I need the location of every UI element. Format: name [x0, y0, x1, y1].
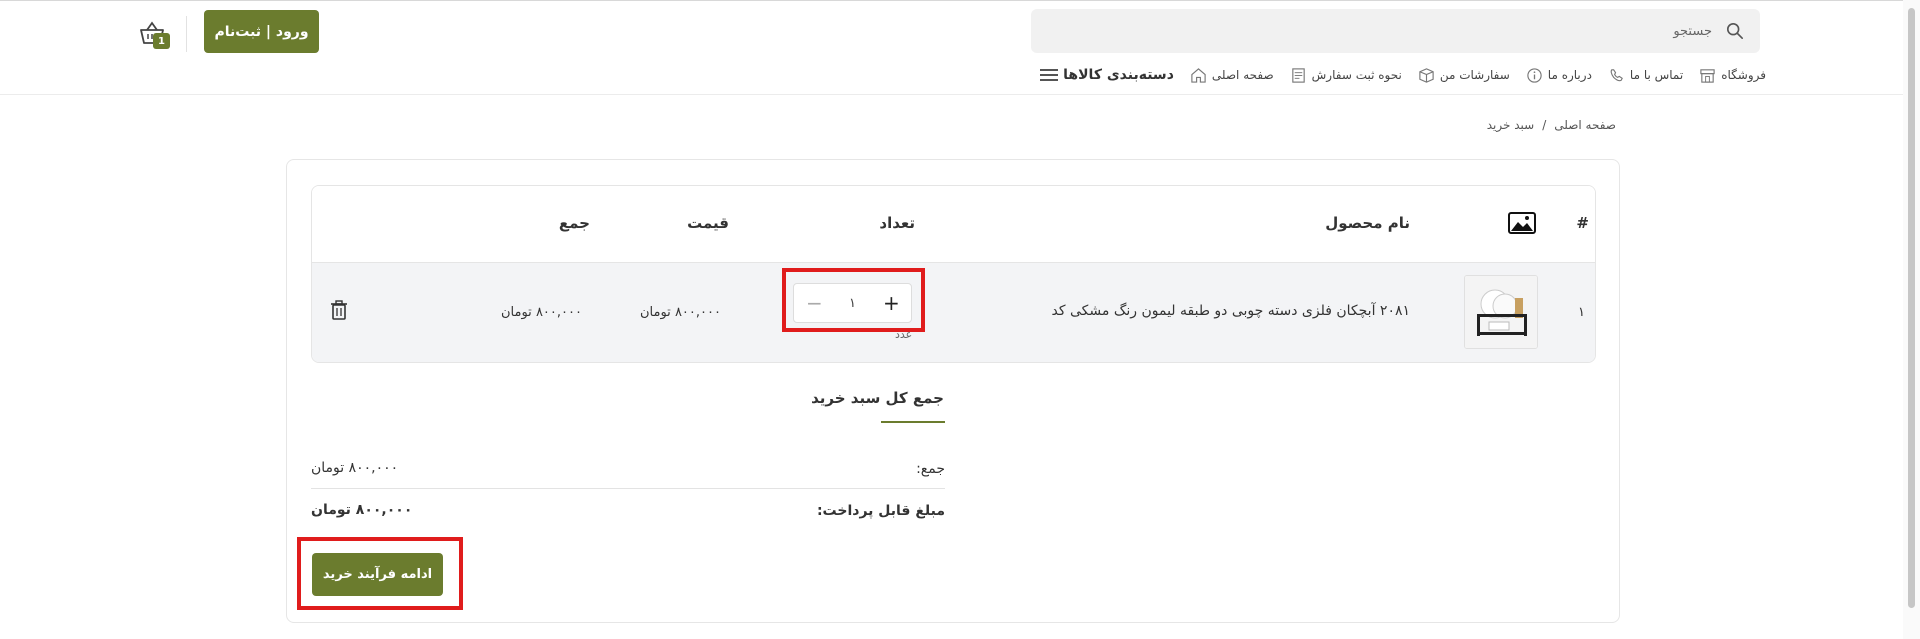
product-thumbnail[interactable] [1464, 275, 1538, 349]
cart-count-badge: 1 [153, 33, 170, 49]
nav-about-label: درباره ما [1547, 68, 1592, 82]
home-icon [1191, 67, 1206, 83]
table-header: # نام محصول تعداد قیمت جمع [312, 186, 1595, 262]
search-icon[interactable] [1726, 22, 1744, 40]
nav-contact[interactable]: تماس با ما [1608, 67, 1683, 84]
header-quantity: تعداد [879, 214, 915, 232]
checkout-highlight-box [297, 537, 463, 610]
subtotal-label: جمع: [916, 461, 945, 477]
payable-value: ۸۰۰,۰۰۰ تومان [311, 502, 413, 518]
nav-contact-label: تماس با ما [1629, 68, 1684, 82]
store-icon [1700, 68, 1715, 83]
table-row: ۱ ۲۰۸۱ آبچکان فلزی دسته چوبی دو طبقه لیم… [312, 262, 1595, 362]
scrollbar-thumb[interactable] [1908, 8, 1915, 608]
product-name[interactable]: ۲۰۸۱ آبچکان فلزی دسته چوبی دو طبقه لیمون… [1052, 303, 1410, 319]
info-icon [1527, 67, 1542, 83]
nav-how-to-order[interactable]: نحوه ثبت سفارش [1290, 67, 1402, 84]
nav-categories-label: دسته‌بندی کالاها [1063, 67, 1174, 83]
menu-icon [1040, 69, 1059, 81]
image-icon [1508, 212, 1536, 234]
cart-table: # نام محصول تعداد قیمت جمع ۱ ۲۰۸۱ آبچکان… [311, 185, 1596, 363]
search-input[interactable] [1043, 9, 1712, 53]
row-price: ۸۰۰,۰۰۰ تومان [640, 305, 721, 320]
breadcrumb-current: سبد خرید [1486, 118, 1535, 132]
header-total: جمع [558, 214, 590, 232]
totals-title-underline [881, 421, 945, 423]
top-border [0, 0, 1920, 1]
form-icon [1291, 67, 1305, 83]
row-index: ۱ [1578, 305, 1585, 320]
nav-categories[interactable]: دسته‌بندی کالاها [1040, 67, 1174, 83]
nav-home[interactable]: صفحه اصلی [1190, 67, 1274, 84]
breadcrumb: صفحه اصلی / سبد خرید [1487, 118, 1616, 132]
main-nav: دسته‌بندی کالاها صفحه اصلی نحوه ثبت سفار… [1020, 62, 1766, 88]
payable-row: مبلغ قابل پرداخت: ۸۰۰,۰۰۰ تومان [311, 491, 945, 531]
nav-home-label: صفحه اصلی [1211, 68, 1274, 82]
nav-my-orders-label: سفارشات من [1439, 68, 1510, 82]
header-product-name: نام محصول [1325, 214, 1410, 232]
breadcrumb-separator: / [1542, 118, 1547, 132]
nav-shop[interactable]: فروشگاه [1699, 67, 1766, 84]
nav-about[interactable]: درباره ما [1526, 67, 1592, 84]
quantity-highlight-box [782, 268, 925, 332]
trash-icon[interactable] [327, 298, 351, 322]
login-register-button[interactable]: ورود | ثبت‌نام [204, 10, 319, 53]
row-total: ۸۰۰,۰۰۰ تومان [501, 305, 582, 320]
header-divider [186, 16, 187, 52]
payable-label: مبلغ قابل پرداخت: [816, 503, 945, 519]
search-bar[interactable] [1031, 9, 1760, 53]
scrollbar[interactable] [1903, 0, 1920, 639]
subtotal-value: ۸۰۰,۰۰۰ تومان [311, 460, 399, 476]
header-price: قیمت [687, 214, 729, 232]
phone-icon [1610, 68, 1623, 81]
nav-how-to-order-label: نحوه ثبت سفارش [1311, 68, 1402, 82]
nav-shop-label: فروشگاه [1721, 68, 1766, 82]
package-icon [1419, 67, 1434, 83]
nav-my-orders[interactable]: سفارشات من [1418, 67, 1510, 84]
dish-rack-image [1465, 276, 1537, 348]
cart-totals-title: جمع کل سبد خرید [811, 389, 944, 407]
subtotal-row: جمع: ۸۰۰,۰۰۰ تومان [311, 449, 945, 489]
header-index: # [1576, 214, 1589, 232]
header-divider-line [0, 94, 1920, 95]
breadcrumb-home[interactable]: صفحه اصلی [1554, 118, 1616, 132]
